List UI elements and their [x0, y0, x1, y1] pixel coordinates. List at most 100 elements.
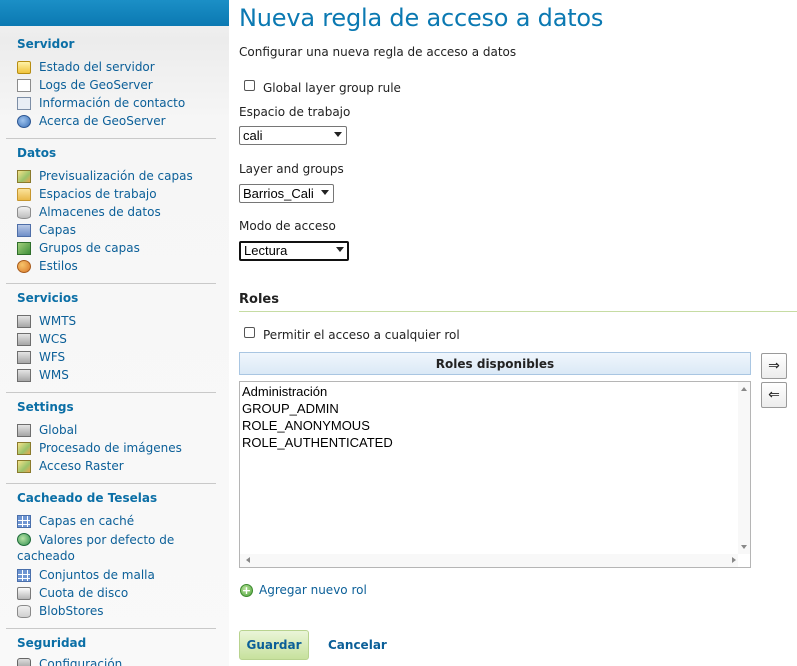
- scroll-right-icon[interactable]: [732, 557, 736, 563]
- any-role-label: Permitir el acceso a cualquier rol: [263, 328, 460, 342]
- sidebar-item-previsualizacion[interactable]: Previsualización de capas: [17, 168, 217, 186]
- sidebar-item-label: Grupos de capas: [39, 241, 140, 255]
- add-icon: +: [240, 584, 253, 597]
- sidebar-item-label: Previsualización de capas: [39, 169, 193, 183]
- sidebar-item-configuracion[interactable]: Configuración: [17, 656, 217, 666]
- sidebar-item-label: Estado del servidor: [39, 60, 155, 74]
- layer-select[interactable]: Barrios_Cali: [239, 184, 334, 203]
- roles-heading: Roles: [239, 292, 279, 307]
- database-icon: [17, 206, 31, 219]
- role-option[interactable]: GROUP_ADMIN: [242, 401, 339, 416]
- sidebar-item-label: WFS: [39, 350, 66, 364]
- folder-icon: [17, 188, 31, 201]
- sidebar-item-wms[interactable]: WMS: [17, 367, 217, 385]
- access-mode-select[interactable]: Lectura: [239, 241, 349, 261]
- sidebar-item-label: Logs de GeoServer: [39, 78, 153, 92]
- sidebar-item-capas-cache[interactable]: Capas en caché: [17, 513, 217, 531]
- add-new-role-link[interactable]: + Agregar nuevo rol: [239, 582, 379, 600]
- remove-role-arrow-button[interactable]: ⇐: [761, 382, 787, 408]
- sidebar-item-label: Espacios de trabajo: [39, 187, 157, 201]
- service-icon: [17, 351, 31, 364]
- sidebar-item-label: Global: [39, 423, 78, 437]
- sidebar-divider: [6, 283, 216, 284]
- sidebar-item-wcs[interactable]: WCS: [17, 331, 217, 349]
- role-option[interactable]: ROLE_AUTHENTICATED: [242, 435, 393, 450]
- sidebar-divider: [6, 138, 216, 139]
- sidebar-item-procesado[interactable]: Procesado de imágenes: [17, 440, 217, 458]
- sidebar: Servidor Estado del servidor Logs de Geo…: [0, 0, 229, 666]
- sidebar-top-bar: [0, 0, 229, 26]
- service-icon: [17, 333, 31, 346]
- global-layer-group-checkbox[interactable]: [244, 80, 255, 91]
- sidebar-item-label: Configuración: [39, 657, 123, 666]
- sidebar-item-capas[interactable]: Capas: [17, 222, 217, 240]
- layer-group-icon: [17, 242, 31, 255]
- workspace-select[interactable]: cali: [239, 126, 347, 145]
- sidebar-item-wmts[interactable]: WMTS: [17, 313, 217, 331]
- sidebar-item-valores-defecto[interactable]: Valores por defecto de cacheado: [17, 531, 217, 567]
- scroll-left-icon[interactable]: [246, 557, 250, 563]
- service-icon: [17, 315, 31, 328]
- layer-select-value: Barrios_Cali: [243, 186, 314, 201]
- sidebar-item-espacios[interactable]: Espacios de trabajo: [17, 186, 217, 204]
- sidebar-item-label: Conjuntos de malla: [39, 568, 155, 582]
- sidebar-item-label: Información de contacto: [39, 96, 186, 110]
- sidebar-item-grupos[interactable]: Grupos de capas: [17, 240, 217, 258]
- scroll-up-icon[interactable]: [741, 387, 747, 391]
- sidebar-item-global[interactable]: Global: [17, 422, 217, 440]
- access-mode-label: Modo de acceso: [239, 219, 336, 233]
- available-roles-header: Roles disponibles: [239, 352, 751, 375]
- sidebar-item-estado-servidor[interactable]: Estado del servidor: [17, 59, 217, 77]
- role-option[interactable]: ROLE_ANONYMOUS: [242, 418, 370, 433]
- any-role-checkbox[interactable]: [244, 327, 255, 338]
- warning-icon: [17, 61, 31, 74]
- image-processing-icon: [17, 442, 31, 455]
- available-roles-title: Roles disponibles: [435, 357, 555, 371]
- sidebar-item-logs[interactable]: Logs de GeoServer: [17, 77, 217, 95]
- sidebar-item-wfs[interactable]: WFS: [17, 349, 217, 367]
- save-button[interactable]: Guardar: [239, 630, 309, 660]
- chevron-down-icon: [334, 132, 342, 137]
- sidebar-item-label: Valores por defecto de: [39, 533, 175, 547]
- blobstore-icon: [17, 605, 31, 618]
- tile-grid-icon: [17, 515, 31, 528]
- sidebar-item-label: Acerca de GeoServer: [39, 114, 166, 128]
- scroll-down-icon[interactable]: [741, 545, 747, 549]
- vertical-scrollbar[interactable]: [738, 382, 750, 554]
- sidebar-divider: [6, 628, 216, 629]
- map-preview-icon: [17, 170, 31, 183]
- sidebar-item-label: Estilos: [39, 259, 78, 273]
- sidebar-divider: [6, 392, 216, 393]
- sidebar-item-conjuntos-malla[interactable]: Conjuntos de malla: [17, 567, 217, 585]
- sidebar-item-label: BlobStores: [39, 604, 104, 618]
- sidebar-heading-datos: Datos: [17, 146, 57, 160]
- cancel-link[interactable]: Cancelar: [328, 638, 387, 652]
- sidebar-heading-seguridad: Seguridad: [17, 636, 87, 650]
- add-role-arrow-button[interactable]: ⇒: [761, 353, 787, 379]
- sidebar-item-label: WMS: [39, 368, 69, 382]
- sidebar-item-contacto[interactable]: Información de contacto: [17, 95, 217, 113]
- layer-label: Layer and groups: [239, 162, 344, 176]
- sidebar-item-label: WMTS: [39, 314, 77, 328]
- sidebar-item-cuota-disco[interactable]: Cuota de disco: [17, 585, 217, 603]
- server-icon: [17, 424, 31, 437]
- raster-icon: [17, 460, 31, 473]
- sidebar-item-raster[interactable]: Acceso Raster: [17, 458, 217, 476]
- sidebar-item-acerca[interactable]: Acerca de GeoServer: [17, 113, 217, 131]
- sidebar-item-almacenes[interactable]: Almacenes de datos: [17, 204, 217, 222]
- available-roles-list[interactable]: Administración GROUP_ADMIN ROLE_ANONYMOU…: [239, 381, 751, 568]
- service-icon: [17, 369, 31, 382]
- key-icon: [17, 658, 31, 666]
- sidebar-item-label: Cuota de disco: [39, 586, 129, 600]
- horizontal-scrollbar[interactable]: [240, 554, 738, 567]
- sidebar-divider: [6, 483, 216, 484]
- help-icon: [17, 115, 31, 128]
- sidebar-item-estilos[interactable]: Estilos: [17, 258, 217, 276]
- sidebar-item-label: Acceso Raster: [39, 459, 124, 473]
- sidebar-item-blobstores[interactable]: BlobStores: [17, 603, 217, 621]
- disk-icon: [17, 587, 31, 600]
- sidebar-item-label: Procesado de imágenes: [39, 441, 182, 455]
- tile-grid-icon: [17, 569, 31, 582]
- main-content: Nueva regla de acceso a datos Configurar…: [239, 0, 797, 666]
- role-option[interactable]: Administración: [242, 384, 327, 399]
